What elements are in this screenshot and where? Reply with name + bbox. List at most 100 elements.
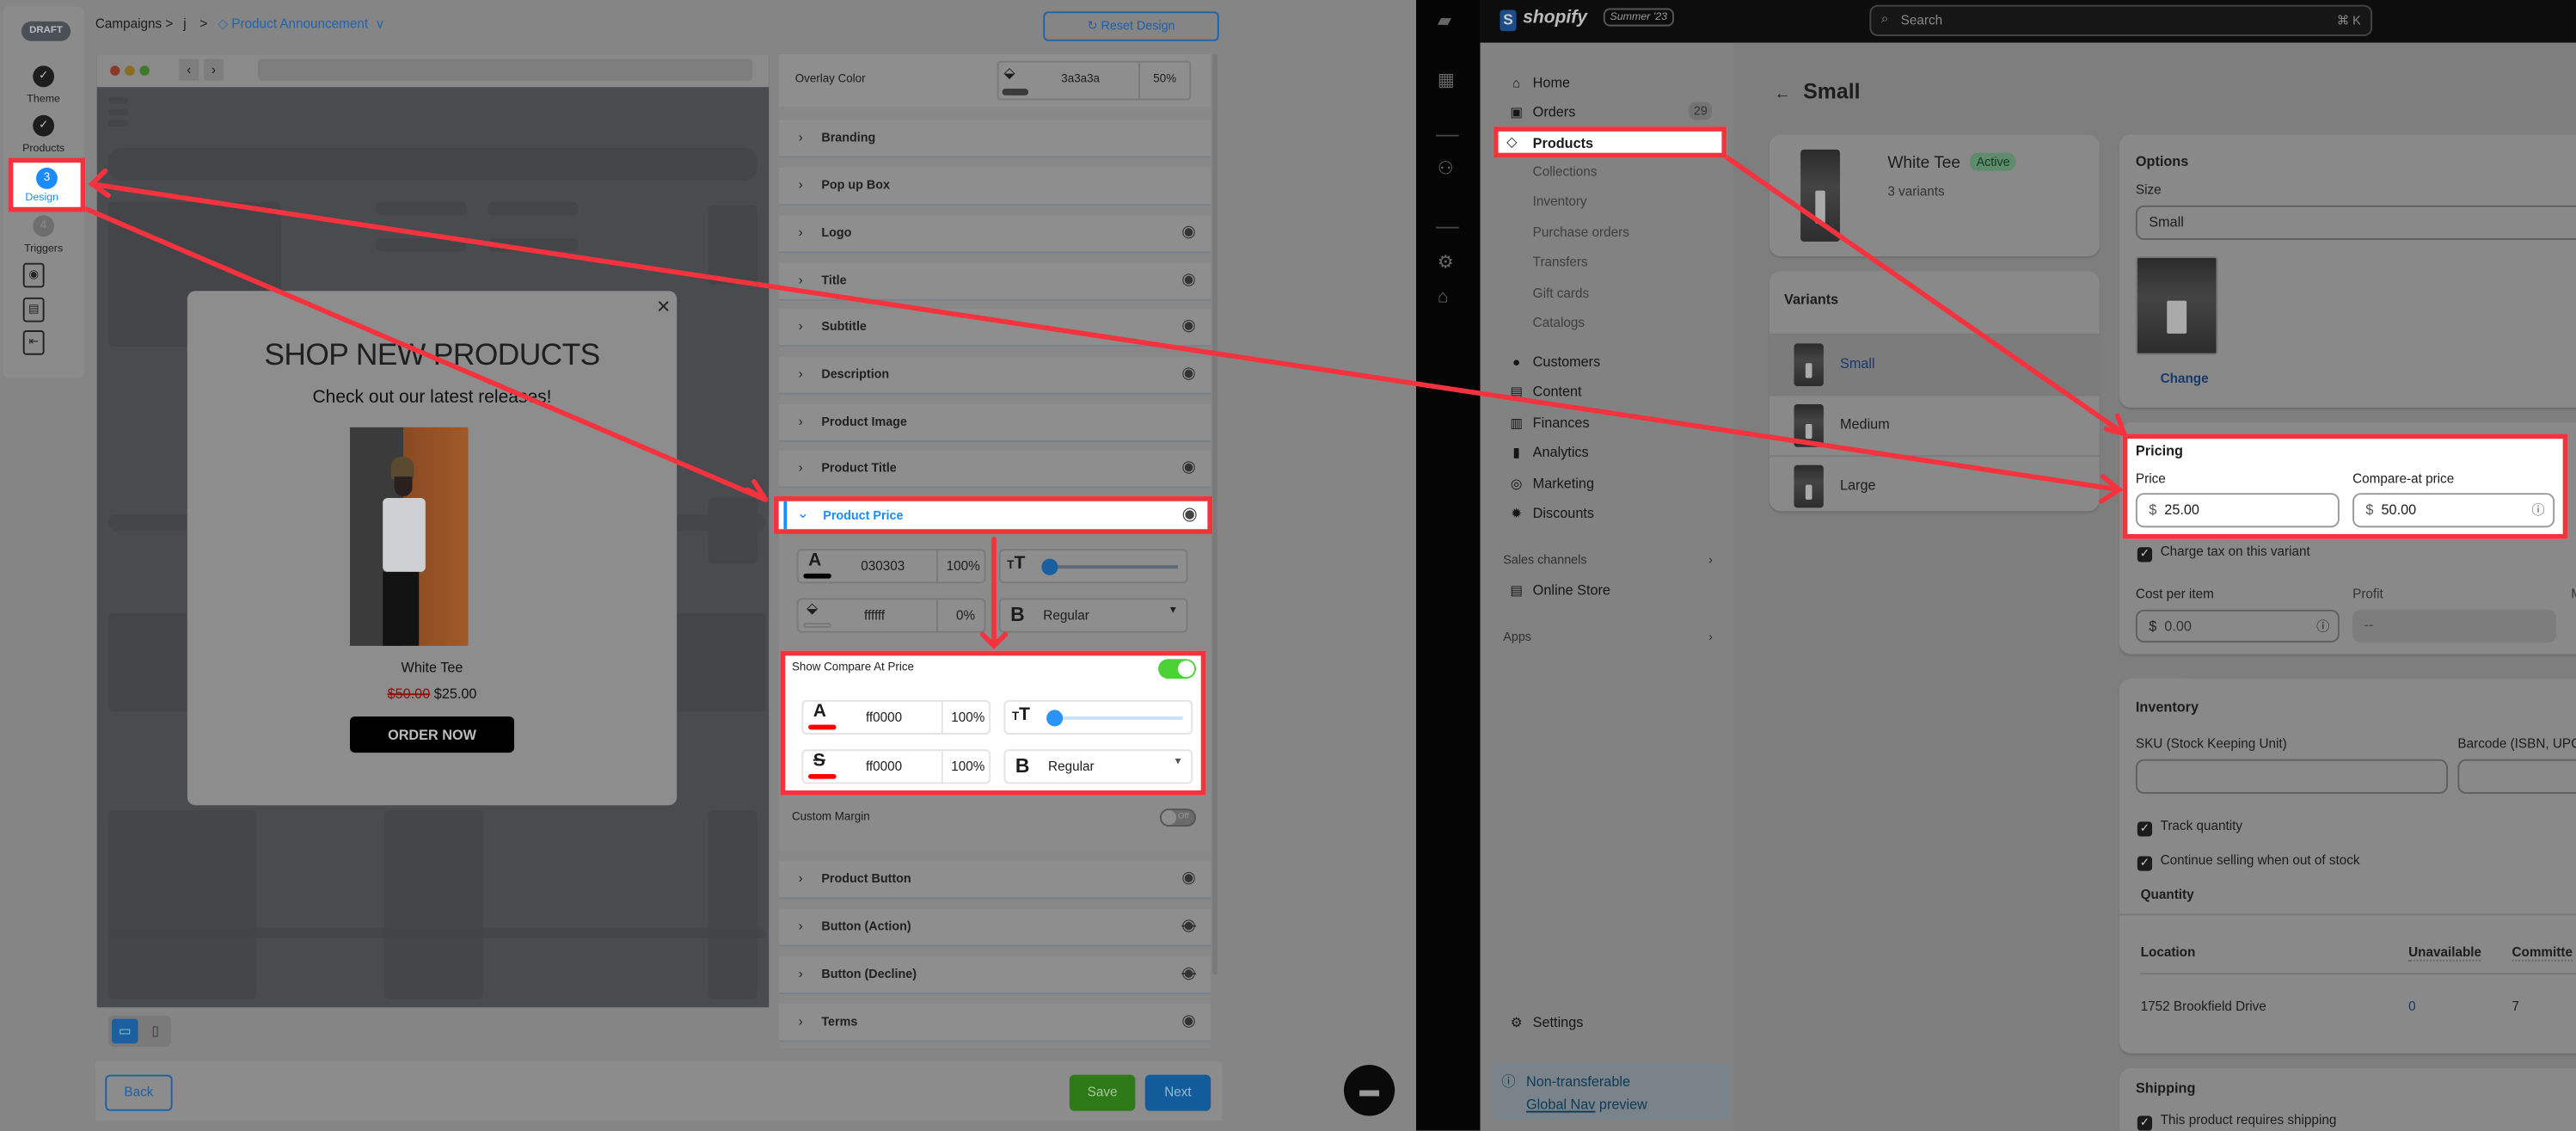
save-button[interactable]: Save bbox=[1069, 1074, 1136, 1111]
eye-off-icon[interactable]: ◉ bbox=[1181, 909, 1196, 945]
eye-icon[interactable]: ◉ bbox=[1181, 861, 1196, 897]
sales-channels-header[interactable]: Sales channels › bbox=[1503, 552, 1713, 567]
eye-off-icon[interactable]: ◉ bbox=[1181, 956, 1196, 993]
eye-icon[interactable]: ◉ bbox=[1181, 451, 1196, 487]
product-price-section-header[interactable]: ⌄ Product Price ◉ bbox=[773, 496, 1213, 534]
order-now-button[interactable]: ORDER NOW bbox=[349, 716, 515, 753]
price-font-weight-select[interactable]: B Regular ▼ bbox=[998, 598, 1188, 633]
barcode-input[interactable] bbox=[2457, 759, 2576, 794]
section-pop-up-box[interactable]: › Pop up Box bbox=[778, 167, 1211, 204]
requires-shipping-checkbox[interactable]: ✓ This product requires shipping bbox=[2137, 1113, 2336, 1131]
step-design[interactable]: 3 Design bbox=[8, 157, 86, 212]
nav-analytics[interactable]: ▮ Analytics bbox=[1506, 444, 1588, 460]
change-image-link[interactable]: Change bbox=[2161, 372, 2209, 386]
price-input[interactable]: $ 25.00 bbox=[2135, 493, 2340, 528]
nav-marketing[interactable]: ◎ Marketing bbox=[1506, 475, 1594, 491]
track-quantity-checkbox[interactable]: ✓ Track quantity bbox=[2137, 819, 2242, 837]
close-icon[interactable]: × bbox=[657, 292, 671, 319]
store-settings-icon[interactable]: ⚙ bbox=[1438, 251, 1454, 273]
compare-font-weight-select[interactable]: B Regular ▼ bbox=[1003, 749, 1193, 784]
back-button[interactable]: Back bbox=[105, 1074, 173, 1111]
eye-icon[interactable]: ◉ bbox=[1181, 215, 1196, 251]
back-arrow-icon[interactable]: ‹ bbox=[179, 58, 199, 81]
eye-icon[interactable]: ◉ bbox=[1181, 1004, 1196, 1040]
eye-icon[interactable]: ◉ bbox=[1182, 503, 1198, 525]
nav-online-store[interactable]: ▤ Online Store bbox=[1506, 581, 1610, 598]
step-theme[interactable]: Theme bbox=[3, 94, 84, 105]
search-input[interactable]: ⌕ Search ⌘ K bbox=[1869, 4, 2373, 37]
nav-discounts[interactable]: ✹ Discounts bbox=[1506, 505, 1594, 521]
section-product-button[interactable]: › Product Button ◉ bbox=[778, 861, 1211, 898]
nav-transfers[interactable]: Transfers bbox=[1533, 255, 1588, 270]
section-logo[interactable]: › Logo ◉ bbox=[778, 215, 1211, 252]
step-triggers-icon[interactable]: 4 bbox=[33, 215, 55, 237]
variant-row-small[interactable]: Small bbox=[1769, 333, 2100, 395]
product-card[interactable]: White Tee Active 3 variants bbox=[1769, 134, 2100, 257]
nav-products[interactable]: ◇ Products bbox=[1493, 126, 1727, 158]
nav-collections[interactable]: Collections bbox=[1533, 164, 1598, 179]
variant-image[interactable] bbox=[2135, 256, 2218, 355]
compare-font-size-slider[interactable]: TT bbox=[1003, 699, 1193, 735]
overlay-color-picker[interactable]: ⬙ 3a3a3a 50% bbox=[997, 60, 1192, 101]
breadcrumb-campaigns[interactable]: Campaigns bbox=[95, 16, 162, 31]
nav-gift-cards[interactable]: Gift cards bbox=[1533, 286, 1589, 300]
section-terms[interactable]: › Terms ◉ bbox=[778, 1004, 1211, 1041]
variant-row-large[interactable]: Large bbox=[1769, 455, 2100, 516]
eye-icon[interactable]: ◉ bbox=[1181, 357, 1196, 393]
exit-icon[interactable]: ⇤ bbox=[22, 330, 45, 355]
compare-text-color-input[interactable]: A ff0000 100% bbox=[801, 699, 991, 735]
settings-scrollbar[interactable] bbox=[1212, 54, 1217, 975]
campaign-type-dropdown[interactable]: Product Announcement bbox=[231, 16, 368, 31]
layout-icon[interactable]: ▦ bbox=[1438, 69, 1455, 90]
custom-margin-toggle[interactable]: Off bbox=[1159, 808, 1196, 827]
slider-track[interactable] bbox=[1043, 565, 1178, 569]
price-font-size-slider[interactable]: TT bbox=[998, 549, 1188, 584]
cost-per-item-input[interactable]: $ 0.00 ⓘ bbox=[2135, 609, 2340, 643]
nav-finances[interactable]: ▥ Finances bbox=[1506, 414, 1589, 430]
section-product-image[interactable]: › Product Image bbox=[778, 404, 1211, 441]
nav-orders[interactable]: ▣ Orders bbox=[1506, 103, 1575, 120]
step-triggers[interactable]: Triggers bbox=[3, 243, 84, 255]
help-icon[interactable]: ⓘ bbox=[2531, 495, 2544, 526]
shopify-bag-icon[interactable]: ▰ bbox=[1438, 9, 1451, 31]
section-description[interactable]: › Description ◉ bbox=[778, 356, 1211, 393]
section-branding[interactable]: › Branding bbox=[778, 120, 1211, 157]
slider-track[interactable] bbox=[1048, 716, 1183, 720]
shopify-logo[interactable]: S bbox=[1500, 9, 1517, 32]
section-button-action-[interactable]: › Button (Action) ◉ bbox=[778, 908, 1211, 945]
slider-thumb[interactable] bbox=[1046, 710, 1064, 727]
step-theme-icon[interactable]: ✓ bbox=[33, 65, 55, 88]
section-title[interactable]: › Title ◉ bbox=[778, 262, 1211, 299]
section-subtitle[interactable]: › Subtitle ◉ bbox=[778, 309, 1211, 346]
eye-icon[interactable]: ◉ bbox=[1181, 263, 1196, 299]
back-arrow-icon[interactable]: ← bbox=[1775, 85, 1791, 103]
eye-icon[interactable]: ◉ bbox=[1181, 309, 1196, 345]
nav-content[interactable]: ▤ Content bbox=[1506, 383, 1581, 399]
nav-catalogs[interactable]: Catalogs bbox=[1533, 316, 1585, 330]
compare-at-price-input[interactable]: $ 50.00 ⓘ bbox=[2352, 493, 2555, 528]
forward-arrow-icon[interactable]: › bbox=[203, 58, 224, 81]
chat-button[interactable]: ▬ bbox=[1343, 1065, 1395, 1116]
section-product-title[interactable]: › Product Title ◉ bbox=[778, 450, 1211, 487]
apps-header[interactable]: Apps › bbox=[1503, 630, 1713, 644]
show-compare-toggle[interactable] bbox=[1158, 659, 1196, 679]
eye-icon[interactable]: ◉ bbox=[22, 262, 45, 288]
slider-thumb[interactable] bbox=[1041, 558, 1058, 575]
reset-design-button[interactable]: ↻ Reset Design bbox=[1043, 11, 1219, 41]
chevron-down-icon[interactable]: v bbox=[377, 16, 383, 31]
price-background-color-input[interactable]: ⬙ ffffff 0% bbox=[796, 598, 986, 633]
global-nav-link[interactable]: Global Nav bbox=[1526, 1096, 1595, 1112]
nav-home[interactable]: ⌂ Home bbox=[1506, 74, 1570, 90]
strikethrough-color-input[interactable]: S ff0000 100% bbox=[801, 749, 991, 784]
charge-tax-checkbox[interactable]: ✓ Charge tax on this variant bbox=[2137, 544, 2310, 562]
help-icon[interactable]: ⓘ bbox=[2316, 612, 2329, 642]
step-products-icon[interactable]: ✓ bbox=[33, 114, 55, 137]
nav-purchase-orders[interactable]: Purchase orders bbox=[1533, 224, 1629, 239]
next-button[interactable]: Next bbox=[1144, 1074, 1211, 1111]
price-text-color-input[interactable]: A 030303 100% bbox=[796, 549, 986, 584]
flow-icon[interactable]: ⚇ bbox=[1438, 157, 1454, 179]
store-icon[interactable]: ⌂ bbox=[1438, 287, 1449, 307]
sku-input[interactable] bbox=[2135, 759, 2448, 794]
size-select[interactable]: Small bbox=[2135, 205, 2576, 240]
desktop-icon[interactable]: ▭ bbox=[111, 1018, 138, 1044]
